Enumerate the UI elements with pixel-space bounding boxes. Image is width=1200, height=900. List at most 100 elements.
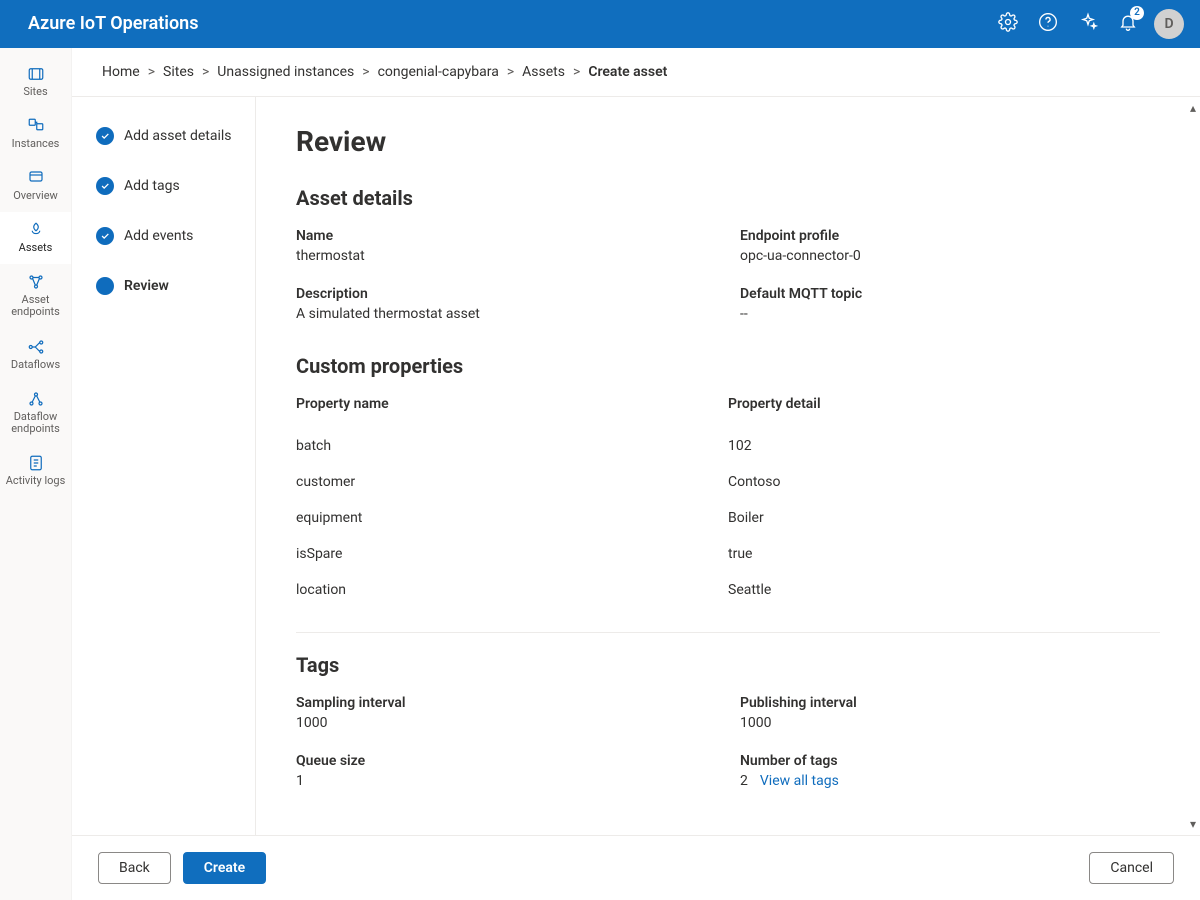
step-add-tags[interactable]: Add tags [96, 177, 255, 195]
field-label: Number of tags [740, 753, 1160, 769]
step-done-icon [96, 177, 114, 195]
field-publishing-interval: Publishing interval 1000 [740, 695, 1160, 731]
sparkle-icon [1078, 12, 1098, 36]
custom-properties-heading: Custom properties [296, 354, 1160, 378]
help-button[interactable] [1028, 0, 1068, 48]
step-add-asset-details[interactable]: Add asset details [96, 127, 255, 145]
scroll-down-arrow[interactable]: ▾ [1190, 817, 1196, 831]
field-value: thermostat [296, 248, 716, 264]
breadcrumb-home[interactable]: Home [102, 64, 140, 80]
breadcrumb-unassigned[interactable]: Unassigned instances [217, 64, 354, 80]
field-value: opc-ua-connector-0 [740, 248, 1160, 264]
nav-dataflows[interactable]: Dataflows [0, 329, 71, 381]
page-title: Review [296, 125, 1160, 158]
breadcrumb: Home > Sites > Unassigned instances > co… [72, 48, 1200, 96]
field-number-of-tags: Number of tags 2 View all tags [740, 753, 1160, 789]
property-name: isSpare [296, 546, 728, 562]
custom-properties-columns: Property name Property detail [296, 396, 1160, 412]
field-value: -- [740, 306, 1160, 322]
nav-assets[interactable]: Assets [0, 212, 71, 264]
assets-icon [26, 220, 46, 240]
nav-activity-logs[interactable]: Activity logs [0, 445, 71, 497]
overview-icon [26, 168, 46, 188]
wizard-footer: Back Create Cancel [72, 836, 1200, 900]
field-label: Description [296, 286, 716, 302]
notifications-button[interactable]: 2 [1108, 0, 1148, 48]
breadcrumb-current: Create asset [588, 64, 667, 80]
property-detail: true [728, 546, 1160, 562]
nav-asset-endpoints[interactable]: Asset endpoints [0, 264, 71, 328]
step-label: Add asset details [124, 128, 232, 144]
avatar[interactable]: D [1154, 9, 1184, 39]
step-current-icon [96, 277, 114, 295]
property-name: location [296, 582, 728, 598]
step-label: Add events [124, 228, 193, 244]
top-header: Azure IoT Operations 2 D [0, 0, 1200, 48]
gear-icon [998, 12, 1018, 36]
dataflows-icon [26, 337, 46, 357]
back-button[interactable]: Back [98, 852, 171, 884]
create-button[interactable]: Create [183, 852, 266, 884]
nav-label: Sites [23, 86, 47, 98]
nav-label: Instances [12, 138, 60, 150]
nav-instances[interactable]: Instances [0, 108, 71, 160]
cancel-button[interactable]: Cancel [1089, 852, 1174, 884]
col-property-name: Property name [296, 396, 728, 412]
field-description: Description A simulated thermostat asset [296, 286, 716, 322]
field-value: 1000 [296, 715, 716, 731]
activity-logs-icon [26, 453, 46, 473]
field-value: 1000 [740, 715, 1160, 731]
section-divider [296, 632, 1160, 633]
property-detail: Boiler [728, 510, 1160, 526]
nav-sites[interactable]: Sites [0, 56, 71, 108]
view-all-tags-link[interactable]: View all tags [760, 773, 839, 789]
breadcrumb-sep: > [507, 64, 514, 80]
property-row: batch102 [296, 428, 1160, 464]
breadcrumb-assets[interactable]: Assets [522, 64, 565, 80]
instances-icon [26, 116, 46, 136]
settings-button[interactable] [988, 0, 1028, 48]
field-value: 1 [296, 773, 716, 789]
scroll-up-arrow[interactable]: ▴ [1190, 101, 1196, 115]
nav-label: Dataflows [11, 359, 60, 371]
property-name: batch [296, 438, 728, 454]
breadcrumb-sep: > [202, 64, 209, 80]
property-row: isSparetrue [296, 536, 1160, 572]
nav-label: Dataflow endpoints [2, 411, 69, 435]
property-name: customer [296, 474, 728, 490]
field-value: A simulated thermostat asset [296, 306, 716, 322]
nav-label: Activity logs [6, 475, 66, 487]
field-label: Publishing interval [740, 695, 1160, 711]
asset-endpoints-icon [26, 272, 46, 292]
field-sampling-interval: Sampling interval 1000 [296, 695, 716, 731]
breadcrumb-instance[interactable]: congenial-capybara [378, 64, 499, 80]
left-nav: Sites Instances Overview Assets Asset en… [0, 48, 72, 900]
nav-dataflow-endpoints[interactable]: Dataflow endpoints [0, 381, 71, 445]
step-add-events[interactable]: Add events [96, 227, 255, 245]
review-panel: Review Asset details Name thermostat End… [256, 97, 1200, 813]
property-detail: Seattle [728, 582, 1160, 598]
nav-overview[interactable]: Overview [0, 160, 71, 212]
wizard-steps: Add asset details Add tags Add events Re… [72, 97, 256, 835]
step-label: Add tags [124, 178, 180, 194]
field-label: Name [296, 228, 716, 244]
nav-label: Asset endpoints [2, 294, 69, 318]
col-property-detail: Property detail [728, 396, 1160, 412]
field-endpoint-profile: Endpoint profile opc-ua-connector-0 [740, 228, 1160, 264]
property-row: equipmentBoiler [296, 500, 1160, 536]
property-detail: Contoso [728, 474, 1160, 490]
step-review[interactable]: Review [96, 277, 255, 295]
nav-label: Assets [19, 242, 53, 254]
step-done-icon [96, 127, 114, 145]
dataflow-endpoints-icon [26, 389, 46, 409]
field-label: Queue size [296, 753, 716, 769]
field-label: Endpoint profile [740, 228, 1160, 244]
field-value: 2 [740, 773, 748, 789]
brand-title: Azure IoT Operations [28, 0, 198, 48]
breadcrumb-sites[interactable]: Sites [163, 64, 194, 80]
field-queue-size: Queue size 1 [296, 753, 716, 789]
notification-badge: 2 [1130, 6, 1144, 20]
field-mqtt-topic: Default MQTT topic -- [740, 286, 1160, 322]
whatsnew-button[interactable] [1068, 0, 1108, 48]
field-label: Default MQTT topic [740, 286, 1160, 302]
